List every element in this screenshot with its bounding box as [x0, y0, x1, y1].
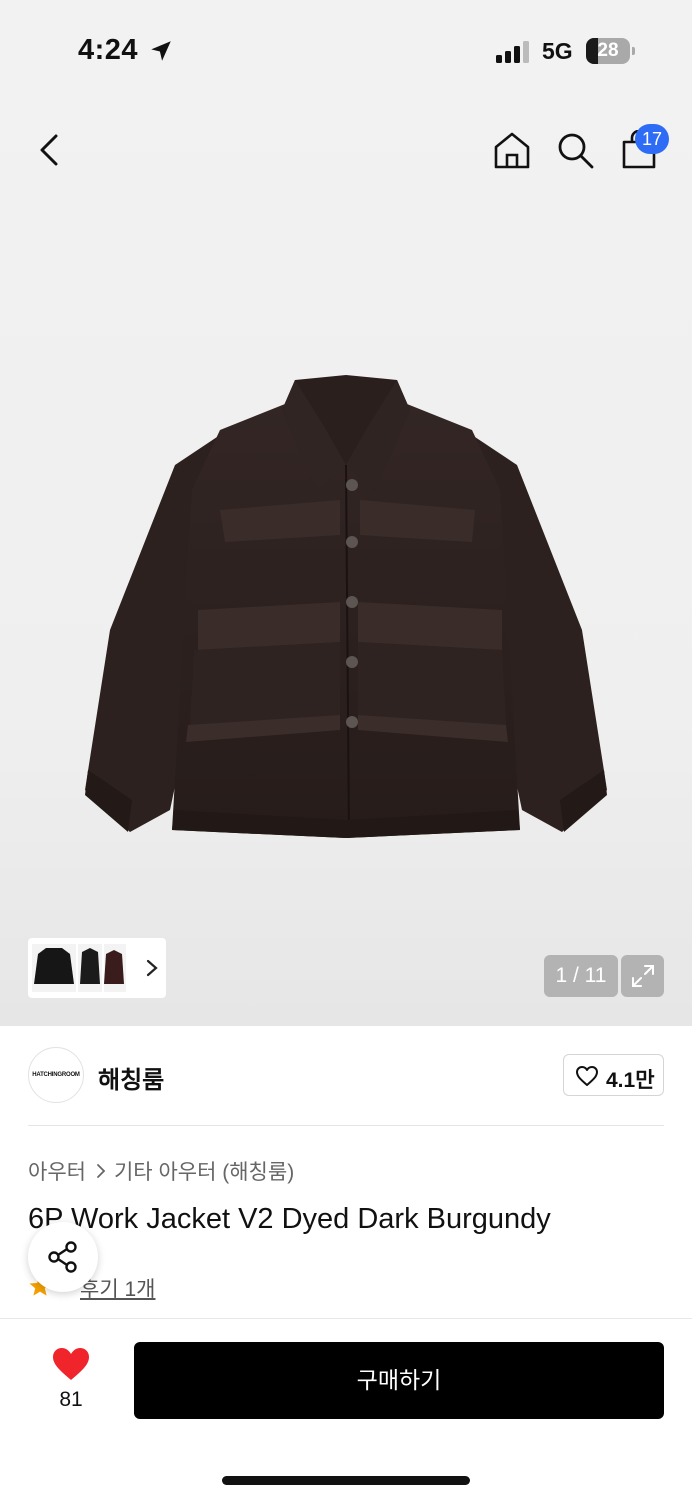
expand-image-button[interactable] — [621, 955, 664, 997]
cart-count-badge: 17 — [635, 124, 669, 154]
battery-level: 28 — [597, 40, 619, 61]
chevron-right-icon — [97, 1164, 106, 1178]
thumbnail-strip[interactable] — [28, 938, 166, 998]
product-image-section: 4:24 5G 28 17 1 / 11 — [0, 0, 692, 1026]
divider — [28, 1125, 664, 1126]
product-photo[interactable] — [70, 370, 622, 850]
brand-name[interactable]: 해칭룸 — [98, 1060, 164, 1095]
breadcrumb: 아우터 기타 아우터 (해칭룸) — [28, 1156, 294, 1186]
back-button[interactable] — [28, 128, 72, 172]
location-arrow-icon — [151, 41, 171, 61]
product-title: 6P Work Jacket V2 Dyed Dark Burgundy — [28, 1203, 551, 1235]
buy-button[interactable]: 구매하기 — [134, 1342, 664, 1419]
network-label: 5G — [542, 38, 573, 64]
battery-cap — [632, 47, 635, 55]
wishlist-button[interactable]: 81 — [40, 1344, 102, 1416]
home-indicator — [222, 1476, 470, 1485]
thumbnail-images — [32, 944, 126, 992]
breadcrumb-category[interactable]: 아우터 — [28, 1156, 86, 1186]
heart-filled-icon — [53, 1348, 89, 1380]
breadcrumb-subcategory[interactable]: 기타 아우터 (해칭룸) — [114, 1156, 294, 1186]
brand-like-button[interactable]: 4.1만 — [563, 1054, 664, 1096]
expand-icon — [632, 965, 654, 987]
chevron-right-icon — [146, 959, 158, 977]
image-page-counter: 1 / 11 — [544, 955, 618, 997]
search-button[interactable] — [553, 128, 597, 172]
heart-outline-icon — [576, 1066, 598, 1086]
home-icon — [494, 132, 530, 169]
brand-logo-text: HATCHINGROOM — [32, 1072, 80, 1078]
back-icon — [40, 134, 58, 166]
battery-icon: 28 — [586, 38, 630, 64]
share-icon — [48, 1241, 77, 1273]
status-time: 4:24 — [78, 34, 139, 66]
search-icon — [558, 133, 594, 169]
wishlist-count: 81 — [59, 1388, 83, 1411]
signal-icon — [496, 41, 529, 63]
share-button[interactable] — [28, 1222, 98, 1292]
brand-like-count: 4.1만 — [606, 1069, 655, 1092]
brand-logo[interactable]: HATCHINGROOM — [28, 1047, 84, 1103]
status-bar: 4:24 5G 28 — [0, 0, 692, 100]
home-button[interactable] — [490, 128, 534, 172]
